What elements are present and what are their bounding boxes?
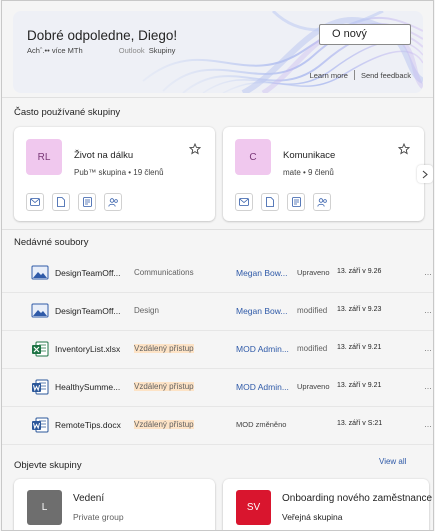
- discover-groups-title: Objevte skupiny: [14, 460, 82, 471]
- file-activity: MOD změněno: [236, 420, 287, 429]
- file-activity: Upraveno: [297, 268, 330, 277]
- view-all-link[interactable]: View all: [379, 457, 406, 466]
- file-person[interactable]: MOD Admin...: [236, 382, 289, 392]
- subtitle-app: Outlook: [118, 46, 145, 55]
- group-avatar: SV: [236, 490, 271, 525]
- file-row[interactable]: DesignTeamOff... Design Megan Bow... mod…: [2, 293, 433, 331]
- members-icon[interactable]: [104, 193, 122, 211]
- file-location-text: Vzdálený přístup: [134, 420, 194, 429]
- notebook-icon[interactable]: [78, 193, 96, 211]
- file-row[interactable]: RemoteTips.docx Vzdálený přístup MOD změ…: [2, 407, 433, 445]
- file-name[interactable]: HealthySumme...: [55, 382, 120, 392]
- greeting-text: Dobré odpoledne, Diego!: [27, 28, 178, 43]
- file-row[interactable]: DesignTeamOff... Communications Megan Bo…: [2, 255, 433, 293]
- file-date: 13. září v S:21: [337, 420, 383, 427]
- file-name[interactable]: RemoteTips.docx: [55, 420, 121, 430]
- group-name[interactable]: Komunikace: [283, 150, 335, 161]
- divider: [2, 229, 433, 230]
- more-options-icon[interactable]: …: [424, 268, 432, 277]
- file-person[interactable]: MOD Admin...: [236, 344, 289, 354]
- group-privacy: Private group: [73, 512, 124, 522]
- file-activity: modified: [297, 306, 328, 315]
- group-avatar: C: [235, 139, 271, 175]
- group-meta: mate • 9 členů: [283, 168, 334, 177]
- file-row[interactable]: HealthySumme... Vzdálený přístup MOD Adm…: [2, 369, 433, 407]
- groups-panel: Dobré odpoledne, Diego! Achˆ.•• více MTh…: [1, 0, 434, 531]
- group-name[interactable]: Život na dálku: [74, 150, 133, 161]
- file-row[interactable]: InventoryList.xlsx Vzdálený přístup MOD …: [2, 331, 433, 369]
- image-file-icon: [31, 303, 49, 318]
- image-file-icon: [31, 265, 49, 280]
- group-actions: [26, 193, 122, 211]
- file-person[interactable]: Megan Bow...: [236, 306, 288, 316]
- file-name[interactable]: InventoryList.xlsx: [55, 344, 120, 354]
- files-icon[interactable]: [261, 193, 279, 211]
- file-location-text: Vzdálený přístup: [134, 344, 194, 353]
- more-options-icon[interactable]: …: [424, 382, 432, 391]
- members-icon[interactable]: [313, 193, 331, 211]
- file-person[interactable]: Megan Bow...: [236, 268, 288, 278]
- group-name[interactable]: Vedení: [73, 493, 104, 504]
- word-file-icon: [32, 379, 49, 395]
- file-date: 13. září v 9.23: [337, 306, 382, 313]
- link-divider: [353, 70, 355, 80]
- file-location: Vzdálený přístup: [134, 344, 194, 353]
- send-feedback-link[interactable]: Send feedback: [361, 71, 411, 80]
- group-name[interactable]: Onboarding nového zaměstnance: [282, 493, 432, 504]
- file-location-text: Vzdálený přístup: [134, 382, 194, 391]
- divider: [2, 97, 433, 98]
- frequent-groups-title: Často používané skupiny: [14, 107, 121, 118]
- file-location: Design: [134, 306, 159, 315]
- file-location: Communications: [134, 268, 194, 277]
- greeting-subtitle: Achˆ.•• více MTh Outlook Skupiny: [27, 46, 175, 55]
- group-privacy: Veřejná skupina: [282, 512, 343, 522]
- word-file-icon: [32, 417, 49, 433]
- banner-links: Learn more Send feedback: [310, 70, 411, 80]
- files-icon[interactable]: [52, 193, 70, 211]
- group-meta: Pub™ skupina • 19 členů: [74, 168, 164, 177]
- group-card-komunikace[interactable]: C Komunikace mate • 9 členů: [223, 127, 424, 221]
- favorite-star-icon[interactable]: [398, 143, 410, 155]
- notebook-icon[interactable]: [287, 193, 305, 211]
- more-options-icon[interactable]: …: [424, 420, 432, 429]
- next-groups-button[interactable]: [417, 165, 433, 183]
- subtitle-text: Achˆ.•• více MTh: [27, 46, 83, 55]
- chevron-right-icon: [422, 170, 428, 178]
- subtitle-tag: Skupiny: [148, 46, 176, 55]
- group-avatar: RL: [26, 139, 62, 175]
- group-avatar: L: [27, 490, 62, 525]
- file-date: 13. září v 9.26: [337, 268, 382, 275]
- file-location: Vzdálený přístup: [134, 420, 194, 429]
- favorite-star-icon[interactable]: [189, 143, 201, 155]
- file-name[interactable]: DesignTeamOff...: [55, 268, 121, 278]
- learn-more-link[interactable]: Learn more: [310, 71, 348, 80]
- excel-file-icon: [32, 341, 49, 357]
- group-actions: [235, 193, 331, 211]
- more-options-icon[interactable]: …: [424, 306, 432, 315]
- file-name[interactable]: DesignTeamOff...: [55, 306, 121, 316]
- discover-card-onboarding[interactable]: SV Onboarding nového zaměstnance Veřejná…: [223, 479, 432, 530]
- recent-files-title: Nedávné soubory: [14, 237, 89, 248]
- welcome-banner: Dobré odpoledne, Diego! Achˆ.•• více MTh…: [13, 11, 423, 93]
- file-activity: modified: [297, 344, 328, 353]
- mail-icon[interactable]: [26, 193, 44, 211]
- new-group-button[interactable]: O nový: [319, 24, 411, 45]
- file-location: Vzdálený přístup: [134, 382, 194, 391]
- mail-icon[interactable]: [235, 193, 253, 211]
- more-options-icon[interactable]: …: [424, 344, 432, 353]
- file-date: 13. září v 9.21: [337, 382, 382, 389]
- group-card-zivot-na-dalku[interactable]: RL Život na dálku Pub™ skupina • 19 člen…: [14, 127, 215, 221]
- file-date: 13. září v 9.21: [337, 344, 382, 351]
- discover-card-vedeni[interactable]: L Vedení Private group: [14, 479, 215, 530]
- file-activity: Upraveno: [297, 382, 330, 391]
